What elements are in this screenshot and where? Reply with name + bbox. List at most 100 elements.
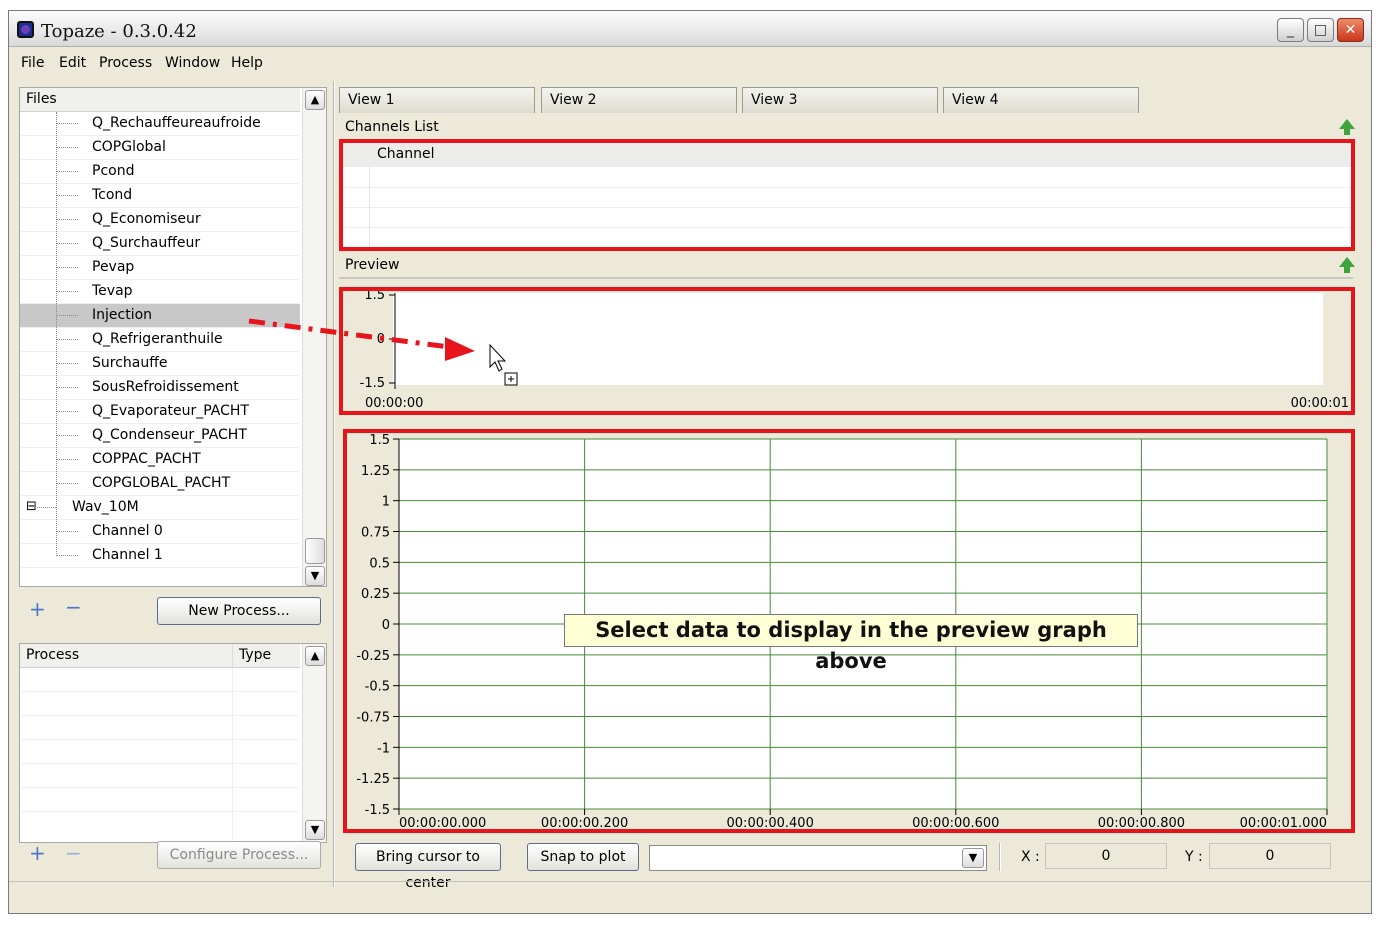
channel-column-header[interactable]: Channel [343,143,1351,167]
remove-process-icon[interactable]: − [65,841,82,865]
bring-cursor-button[interactable]: Bring cursor to center [355,843,501,891]
process-row[interactable] [20,740,300,764]
tree-item-label: Channel 1 [92,547,163,563]
tree-item[interactable]: Injection [20,304,300,328]
tree-item-label: COPGLOBAL_PACHT [92,475,231,491]
tab-view-3[interactable]: View 3 [742,87,938,113]
tree-branch-line [56,243,78,244]
tree-item[interactable]: COPPAC_PACHT [20,448,300,472]
tree-item-label: COPPAC_PACHT [92,451,201,467]
files-scrollbar[interactable]: ▲ ▼ [302,88,326,586]
tree-item[interactable]: SousRefroidissement [20,376,300,400]
app-window: Topaze - 0.3.0.42 _ □ ✕ File Edit Proces… [8,10,1372,914]
tree-branch-line [56,123,78,124]
process-row[interactable] [20,692,300,716]
tree-item[interactable]: COPGlobal [20,136,300,160]
process-row[interactable] [20,764,300,788]
remove-file-icon[interactable]: − [65,595,82,619]
tree-item[interactable]: Q_Condenseur_PACHT [20,424,300,448]
preview-plot-area[interactable] [393,293,1323,385]
tab-view-1[interactable]: View 1 [339,87,535,113]
plot-select-dropdown[interactable]: ▼ [649,845,987,871]
tree-branch-line [56,291,78,292]
menu-help[interactable]: Help [231,55,263,71]
scroll-up-button[interactable]: ▲ [305,646,325,666]
tree-item[interactable]: Pcond [20,160,300,184]
tree-item-label: Q_Refrigeranthuile [92,331,223,347]
add-process-icon[interactable]: + [29,841,46,865]
tree-item[interactable]: Q_Evaporateur_PACHT [20,400,300,424]
tree-item[interactable]: Channel 0 [20,520,300,544]
tree-item[interactable]: Q_Economiseur [20,208,300,232]
tree-branch-line [56,339,78,340]
tree-branch-line [56,387,78,388]
x-tick-label: 00:00:01.000 [1240,816,1327,829]
chevron-down-icon[interactable]: ▼ [962,848,984,868]
y-tick-label: -1.25 [356,772,390,787]
hint-message: Select data to display in the preview gr… [564,614,1138,673]
preview-y-tick: 0 [377,332,385,347]
menu-process[interactable]: Process [99,55,152,71]
toolbar-separator [999,843,1001,871]
tab-view-2[interactable]: View 2 [541,87,737,113]
menu-edit[interactable]: Edit [59,55,86,71]
tree-item[interactable]: Tcond [20,184,300,208]
y-tick-label: 0.25 [361,587,390,602]
preview-plot[interactable]: 1.5 0 -1.5 00:00:00 00:00:01 [343,291,1351,411]
files-panel: Files Q_Rechauffeureaufroide COPGlobal Pco… [19,87,327,587]
preview-y-tick: -1.5 [360,376,385,391]
tree-item[interactable]: COPGLOBAL_PACHT [20,472,300,496]
x-coordinate-field[interactable]: 0 [1045,843,1167,869]
menu-file[interactable]: File [21,55,44,71]
snap-to-plot-button[interactable]: Snap to plot [527,843,639,871]
preview-x-end: 00:00:01 [1291,396,1349,411]
add-file-icon[interactable]: + [29,597,46,621]
tree-branch-line [56,411,78,412]
tree-item-label: COPGlobal [92,139,166,155]
maximize-button[interactable]: □ [1307,18,1334,42]
y-coordinate-field[interactable]: 0 [1209,843,1331,869]
scroll-down-button[interactable]: ▼ [305,566,325,586]
y-tick-label: 0.5 [369,556,390,571]
scroll-thumb[interactable] [305,538,325,564]
y-tick-label: -0.75 [356,711,390,726]
tree-item[interactable]: Tevap [20,280,300,304]
scroll-up-button[interactable]: ▲ [305,90,325,110]
tree-item[interactable]: Q_Surchauffeur [20,232,300,256]
tree-item-label: Tcond [92,187,133,203]
close-button[interactable]: ✕ [1337,18,1364,42]
process-row[interactable] [20,668,300,692]
y-tick-label: 1 [382,495,390,510]
collapse-arrow-icon[interactable] [1339,257,1355,273]
process-column-header[interactable]: Process [20,644,232,668]
x-tick-label: 00:00:00.200 [541,816,628,829]
tree-item[interactable]: Surchauffe [20,352,300,376]
preview-y-tick: 1.5 [364,291,385,303]
scroll-down-button[interactable]: ▼ [305,820,325,840]
channels-list-table[interactable]: Channel [339,139,1355,251]
collapse-arrow-icon[interactable] [1339,119,1355,135]
tree-item[interactable]: Q_Refrigeranthuile [20,328,300,352]
x-tick-label: 00:00:00.600 [912,816,999,829]
tree-item-label: Pcond [92,163,135,179]
tree-item[interactable]: Pevap [20,256,300,280]
tree-item[interactable]: Q_Rechauffeureaufroide [20,112,300,136]
tree-branch-line [56,219,78,220]
new-process-button[interactable]: New Process... [157,597,321,625]
tree-item[interactable]: Channel 1 [20,544,300,568]
minimize-button[interactable]: _ [1277,18,1304,42]
process-scrollbar[interactable]: ▲ ▼ [302,644,326,842]
tree-item[interactable]: ⊟ Wav_10M [20,496,300,520]
preview-graph[interactable]: 1.5 0 -1.5 00:00:00 00:00:01 [339,287,1355,415]
type-column-header[interactable]: Type [232,644,300,668]
process-row[interactable] [20,788,300,812]
menu-bar: File Edit Process Window Help [9,49,1371,77]
process-row[interactable] [20,716,300,740]
menu-window[interactable]: Window [165,55,220,71]
title-bar[interactable]: Topaze - 0.3.0.42 _ □ ✕ [9,11,1371,47]
configure-process-button[interactable]: Configure Process... [157,841,321,869]
splitter[interactable] [333,81,335,887]
tree-branch-line [56,555,78,556]
tab-view-4[interactable]: View 4 [943,87,1139,113]
x-tick-label: 00:00:00.000 [399,816,486,829]
